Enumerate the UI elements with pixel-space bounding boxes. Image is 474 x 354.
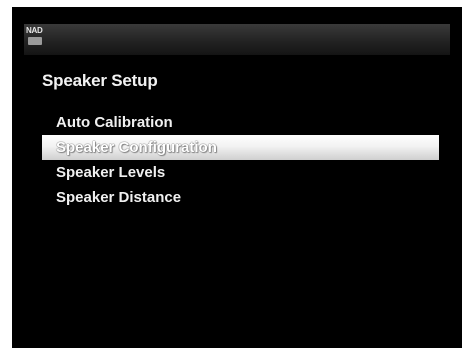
header-bar: NAD [24,24,450,55]
menu-item-auto-calibration[interactable]: Auto Calibration [42,110,439,135]
device-frame: NAD Speaker Setup Auto Calibration Speak… [0,0,474,354]
setup-menu: Auto Calibration Speaker Configuration S… [42,110,439,210]
logo-mark-icon [28,37,42,45]
menu-item-speaker-configuration[interactable]: Speaker Configuration [42,135,439,160]
logo-text: NAD [26,26,43,35]
nad-logo: NAD [26,26,46,49]
osd-screen: NAD Speaker Setup Auto Calibration Speak… [12,7,462,348]
page-title: Speaker Setup [42,71,158,90]
menu-item-speaker-distance[interactable]: Speaker Distance [42,185,439,210]
menu-item-speaker-levels[interactable]: Speaker Levels [42,160,439,185]
